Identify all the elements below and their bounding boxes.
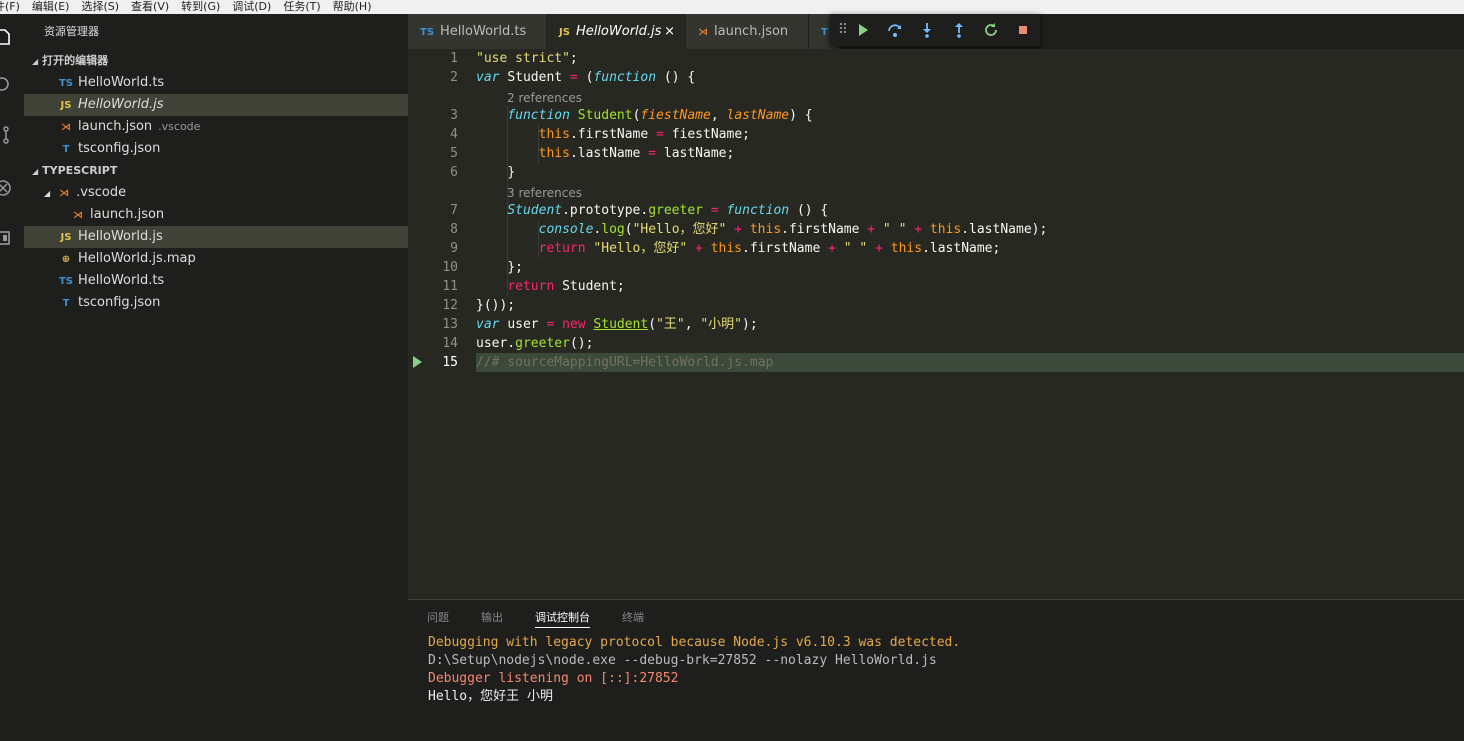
tab-helloworld-js[interactable]: JS HelloWorld.js × (547, 14, 685, 49)
step-out-icon[interactable] (950, 21, 968, 39)
vscode-folder-icon: ⋊ (59, 188, 70, 199)
step-into-icon[interactable] (918, 21, 936, 39)
code-editor[interactable]: 1 "use strict"; 2 var Student = (function … (408, 49, 1464, 599)
map-file-icon: ⊕ (61, 254, 71, 265)
menu-debug[interactable]: 调试(D) (232, 0, 271, 13)
extensions-icon[interactable] (0, 229, 12, 247)
sidebar-title: 资源管理器 (44, 25, 99, 38)
open-editors-header[interactable]: ◢ 打开的编辑器 (24, 50, 408, 72)
code-line: 10 }; (442, 260, 523, 275)
vscode-file-icon: ⋊ (61, 122, 71, 133)
stop-icon[interactable] (1014, 21, 1032, 39)
tab-debug-console[interactable]: 调试控制台 (535, 608, 590, 628)
code-line: 4 this.firstName = fiestName; (450, 127, 750, 142)
console-line: Hello，您好王 小明 (428, 689, 553, 704)
console-line: Debugging with legacy protocol because N… (428, 635, 961, 650)
tab-problems[interactable]: 问题 (427, 608, 449, 628)
open-editor-item[interactable]: TS HelloWorld.ts (24, 72, 408, 94)
js-file-icon: JS (60, 100, 72, 111)
menu-selection[interactable]: 选择(S) (81, 0, 119, 13)
code-line: 3 function Student(fiestName, lastName) … (450, 108, 813, 123)
drag-handle-icon[interactable]: ⠿ (834, 21, 852, 39)
menu-go[interactable]: 转到(G) (181, 0, 220, 13)
tab-terminal[interactable]: 终端 (622, 608, 644, 628)
vscode-file-icon: ⋊ (698, 27, 708, 38)
activity-bar (0, 14, 24, 741)
tsconfig-file-icon: T (62, 144, 70, 155)
js-file-icon: JS (60, 232, 72, 243)
explorer-sidebar: 资源管理器 ◢ 打开的编辑器 TS HelloWorld.ts JS HelloWor… (24, 14, 408, 741)
open-editor-item[interactable]: ⋊ launch.json .vscode (24, 116, 408, 138)
file-item[interactable]: JS HelloWorld.js (24, 226, 408, 248)
console-line: D:\Setup\nodejs\node.exe --debug-brk=278… (428, 653, 937, 668)
vscode-file-icon: ⋊ (73, 210, 83, 221)
code-line: 1 "use strict"; (450, 51, 578, 66)
tab-launch-json[interactable]: ⋊ launch.json (686, 14, 808, 49)
collapse-triangle-icon: ◢ (32, 57, 39, 66)
code-line: 9 return "Hello，您好" + this.firstName + "… (450, 241, 1001, 256)
code-line: 11 return Student; (442, 279, 625, 294)
folder-item[interactable]: ◢ ⋊ .vscode (24, 182, 408, 204)
code-line: 13 var user = new Student("王", "小明"); (442, 317, 758, 332)
ts-file-icon: TS (58, 276, 74, 287)
tsconfig-file-icon: T (62, 298, 70, 309)
step-over-icon[interactable] (886, 21, 904, 39)
code-line: 14 user.greeter(); (442, 336, 594, 351)
continue-icon[interactable] (854, 21, 872, 39)
js-file-icon: JS (559, 27, 570, 38)
bottom-panel: 问题 输出 调试控制台 终端 Debugging with legacy pro… (408, 599, 1464, 741)
collapse-triangle-icon: ◢ (32, 167, 39, 176)
folder-triangle-icon: ◢ (44, 189, 51, 198)
file-item[interactable]: ⊕ HelloWorld.js.map (24, 248, 408, 270)
file-item[interactable]: ⋊ launch.json (24, 204, 408, 226)
code-line: 2 var Student = (function () { (450, 70, 696, 85)
menu-edit[interactable]: 编辑(E) (32, 0, 70, 13)
file-item[interactable]: TS HelloWorld.ts (24, 270, 408, 292)
tsconfig-file-icon: T (821, 27, 828, 38)
menu-view[interactable]: 查看(V) (131, 0, 169, 13)
open-editor-item[interactable]: JS HelloWorld.js (24, 94, 408, 116)
console-line: Debugger listening on [::]:27852 (428, 671, 679, 686)
menu-help[interactable]: 帮助(H) (333, 0, 372, 13)
debug-icon[interactable] (0, 179, 12, 197)
code-line: 7 Student.prototype.greeter = function (… (450, 203, 829, 218)
code-line: 6 } (450, 165, 516, 180)
menu-bar: 件(F) 编辑(E) 选择(S) 查看(V) 转到(G) 调试(D) 任务(T) 帮助(H) (0, 0, 1464, 14)
file-item[interactable]: Ttsconfig.json (24, 292, 408, 314)
code-line: 12}()); (442, 298, 516, 313)
menu-file[interactable]: 件(F) (0, 0, 20, 13)
restart-icon[interactable] (982, 21, 1000, 39)
explorer-icon[interactable] (0, 28, 12, 46)
tab-helloworld-ts[interactable]: TS HelloWorld.ts (408, 14, 546, 49)
ts-file-icon: TS (58, 78, 74, 89)
code-line: 5 this.lastName = lastName; (450, 146, 735, 161)
project-header[interactable]: ◢ TYPESCRIPT (24, 160, 408, 182)
source-control-icon[interactable] (0, 126, 12, 144)
menu-tasks[interactable]: 任务(T) (283, 0, 320, 13)
tab-output[interactable]: 输出 (481, 608, 503, 628)
debug-toolbar: ⠿ (830, 14, 1040, 46)
close-icon[interactable]: × (664, 14, 675, 49)
search-icon[interactable] (0, 76, 12, 94)
ts-file-icon: TS (420, 27, 435, 38)
open-editor-item[interactable]: Ttsconfig.json (24, 138, 408, 160)
code-line: 8 console.log("Hello，您好" + this.firstNam… (450, 222, 1048, 237)
code-line: 15//# sourceMappingURL=HelloWorld.js.map (408, 353, 1464, 372)
